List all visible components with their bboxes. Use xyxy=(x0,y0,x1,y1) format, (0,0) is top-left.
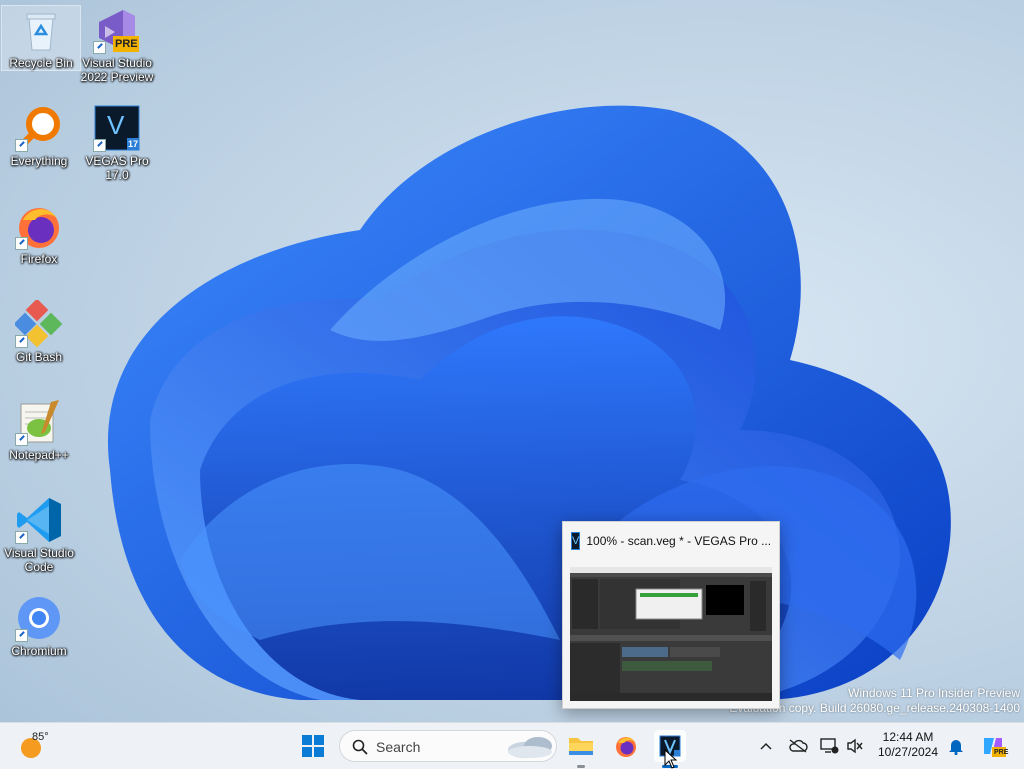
vegas-window-preview xyxy=(570,567,772,701)
desktop-icon-chromium[interactable]: Chromium xyxy=(0,594,78,658)
git-bash-icon xyxy=(13,298,63,348)
mouse-cursor-icon xyxy=(664,749,678,769)
search-highlight-clouds-icon xyxy=(508,737,552,758)
pre-badge: PRE xyxy=(115,38,138,50)
shortcut-arrow-icon xyxy=(15,629,28,642)
speaker-muted-icon xyxy=(847,738,863,754)
taskbar-firefox[interactable] xyxy=(610,730,642,762)
taskbar: 85° Search 12:44 AM 10/27/2024 PRE xyxy=(0,722,1024,769)
windows-logo-icon xyxy=(302,735,324,757)
taskbar-file-explorer[interactable] xyxy=(565,730,597,762)
vegas-pro-icon: V 17 xyxy=(93,104,141,152)
everything-magnifier-icon xyxy=(15,104,63,152)
weather-temperature: 85° xyxy=(32,731,49,743)
desktop-icon-label: Git Bash xyxy=(15,350,63,364)
thumbnail-title: 100% - scan.veg * - VEGAS Pro ... xyxy=(586,534,771,548)
vegas-app-icon: V xyxy=(571,532,581,550)
folder-icon xyxy=(569,738,593,755)
thumbnail-title-bar: V 100% - scan.veg * - VEGAS Pro ... xyxy=(571,531,771,551)
desktop-icon-label: Firefox xyxy=(20,252,58,266)
shortcut-arrow-icon xyxy=(15,335,28,348)
visual-studio-preview-icon: PRE xyxy=(93,6,141,54)
thumbnail-preview[interactable] xyxy=(570,567,772,701)
shortcut-arrow-icon xyxy=(15,433,28,446)
firefox-icon xyxy=(15,202,63,250)
desktop-icon-firefox[interactable]: Firefox xyxy=(0,202,78,266)
chevron-up-icon xyxy=(760,742,772,750)
desktop-icon-label: Visual Studio 2022 Preview xyxy=(80,56,154,84)
taskbar-thumbnail-vegas[interactable]: V 100% - scan.veg * - VEGAS Pro ... xyxy=(562,521,780,709)
desktop-icon-label: Everything xyxy=(10,154,68,168)
chromium-icon xyxy=(15,594,63,642)
desktop-icon-everything[interactable]: Everything xyxy=(0,104,78,168)
desktop-icon-label: Notepad++ xyxy=(9,448,69,462)
search-placeholder: Search xyxy=(376,739,421,755)
bell-icon xyxy=(949,740,963,755)
shortcut-arrow-icon xyxy=(15,139,28,152)
volume-button[interactable] xyxy=(845,735,865,757)
desktop-icon-label: Visual Studio Code xyxy=(4,546,74,574)
show-hidden-icons-button[interactable] xyxy=(756,735,776,757)
firefox-icon xyxy=(616,737,636,757)
vscode-icon xyxy=(15,496,63,544)
network-button[interactable] xyxy=(819,735,839,757)
start-button[interactable] xyxy=(297,730,329,762)
notepad-plus-plus-icon xyxy=(15,398,63,446)
desktop-icon-vscode[interactable]: Visual Studio Code xyxy=(0,496,78,574)
copilot-pre-badge: PRE xyxy=(994,749,1009,756)
search-icon xyxy=(352,739,368,755)
shortcut-arrow-icon xyxy=(93,139,106,152)
shortcut-arrow-icon xyxy=(15,237,28,250)
desktop-icon-label: Chromium xyxy=(11,644,67,658)
desktop-icon-vegas-pro[interactable]: V 17 VEGAS Pro 17.0 xyxy=(78,104,156,182)
notifications-button[interactable] xyxy=(946,735,966,757)
vegas-version-badge: 17 xyxy=(128,139,139,149)
taskbar-clock[interactable]: 12:44 AM 10/27/2024 xyxy=(872,730,944,760)
desktop-icon-recycle-bin[interactable]: Recycle Bin xyxy=(1,5,81,71)
shortcut-arrow-icon xyxy=(15,531,28,544)
shortcut-arrow-icon xyxy=(93,41,106,54)
clock-time: 12:44 AM xyxy=(882,730,934,744)
desktop-icon-notepad-plus-plus[interactable]: Notepad++ xyxy=(0,398,78,462)
copilot-button[interactable]: PRE xyxy=(980,735,1009,757)
recycle-bin-icon xyxy=(17,6,65,54)
cloud-offline-icon xyxy=(789,739,808,753)
weather-widget[interactable]: 85° xyxy=(18,731,78,761)
vegas-letter: V xyxy=(107,110,125,140)
desktop-icon-label: Recycle Bin xyxy=(9,56,73,70)
network-disconnected-icon xyxy=(820,738,839,754)
desktop-icon-label: VEGAS Pro 17.0 xyxy=(85,154,149,182)
taskbar-search-box[interactable]: Search xyxy=(339,730,557,762)
desktop-icon-visual-studio-2022[interactable]: PRE Visual Studio 2022 Preview xyxy=(78,6,156,84)
onedrive-status-button[interactable] xyxy=(788,735,808,757)
desktop-icon-git-bash[interactable]: Git Bash xyxy=(0,298,78,364)
clock-date: 10/27/2024 xyxy=(877,745,939,759)
